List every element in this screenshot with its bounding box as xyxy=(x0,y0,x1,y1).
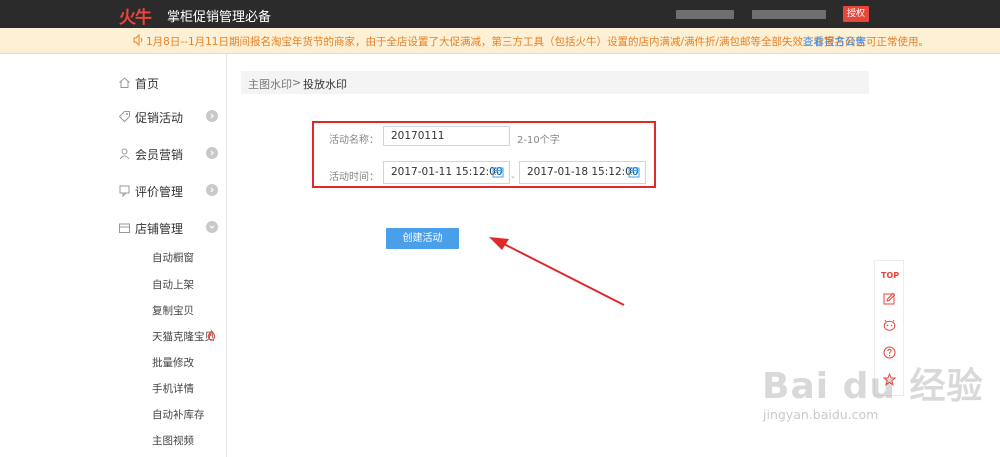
edit-icon[interactable] xyxy=(883,292,896,305)
sidebar-item-label: 评价管理 xyxy=(135,185,184,199)
sidebar-subitem-batch-edit[interactable]: 批量修改 xyxy=(152,355,194,370)
speaker-icon xyxy=(133,34,143,46)
sidebar-subitem-auto-restock[interactable]: 自动补库存 xyxy=(152,407,205,422)
breadcrumb: 主图水印 > 投放水印 xyxy=(241,71,869,94)
start-time-input[interactable]: 2017-01-11 15:12:00 xyxy=(383,161,510,184)
home-icon xyxy=(119,77,130,88)
account-name-blurred xyxy=(676,10,734,19)
sidebar-item-label: 店铺管理 xyxy=(135,222,184,236)
baidu-jingyan-watermark: Bai du 经验 jingyan.baidu.com xyxy=(756,357,983,437)
chevron-right-icon xyxy=(206,110,218,122)
breadcrumb-separator: > xyxy=(292,76,302,89)
official-notice-link[interactable]: 查看官方公告 xyxy=(803,34,866,49)
top-bar: 火牛 掌柜促销管理必备 授权 xyxy=(0,0,1000,28)
calendar-icon[interactable] xyxy=(492,166,504,178)
sidebar-item-label: 促销活动 xyxy=(135,111,184,125)
sidebar-item-label: 会员营销 xyxy=(135,148,184,162)
activity-name-hint: 2-10个字 xyxy=(517,135,560,146)
tag-icon xyxy=(118,111,130,123)
sidebar-subitem-tmall-clone[interactable]: 天猫克隆宝贝 xyxy=(152,329,215,344)
app-title: 掌柜促销管理必备 xyxy=(167,10,272,25)
sidebar-item-home[interactable]: 首页 xyxy=(118,73,218,93)
sidebar-item-label: 首页 xyxy=(135,77,160,91)
notice-bar: 1月8日--1月11日期间报名淘宝年货节的商家，由于全店设置了大促满减，第三方工… xyxy=(0,28,1000,54)
calendar-icon[interactable] xyxy=(628,166,640,178)
activity-name-input[interactable]: 20170111 xyxy=(383,126,510,146)
chevron-right-icon xyxy=(206,184,218,196)
sidebar-subitem-copy-item[interactable]: 复制宝贝 xyxy=(152,303,194,318)
sidebar-subitem-main-video[interactable]: 主图视频 xyxy=(152,433,194,448)
sidebar-item-promotion[interactable]: 促销活动 xyxy=(118,107,218,127)
sidebar-item-member[interactable]: 会员营销 xyxy=(118,144,218,164)
flame-icon xyxy=(207,330,216,341)
sidebar-subitem-mobile-detail[interactable]: 手机详情 xyxy=(152,381,194,396)
chevron-right-icon xyxy=(206,147,218,159)
app-logo[interactable]: 火牛 xyxy=(119,3,152,28)
store-icon xyxy=(119,223,130,233)
sidebar-item-store[interactable]: 店铺管理 xyxy=(118,218,218,238)
sidebar-subitem-auto-window[interactable]: 自动橱窗 xyxy=(152,250,194,265)
authorize-button[interactable]: 授权 xyxy=(843,6,869,22)
review-icon xyxy=(119,185,130,197)
chat-icon[interactable] xyxy=(883,319,896,332)
watermark-brand: Bai du 经验 xyxy=(762,366,984,407)
sidebar-subitem-auto-listing[interactable]: 自动上架 xyxy=(152,277,194,292)
activity-name-label: 活动名称： xyxy=(329,135,379,146)
activity-time-label: 活动时间： xyxy=(329,172,379,183)
sidebar-item-review[interactable]: 评价管理 xyxy=(118,181,218,201)
create-activity-button[interactable]: 创建活动 xyxy=(386,228,459,249)
back-to-top-button[interactable]: TOP xyxy=(881,271,899,280)
breadcrumb-parent[interactable]: 主图水印 xyxy=(248,76,292,92)
end-time-input[interactable]: 2017-01-18 15:12:00 xyxy=(519,161,646,184)
date-range-separator: - xyxy=(511,172,515,183)
chevron-down-icon xyxy=(206,221,218,233)
account-info-blurred xyxy=(752,10,826,19)
user-icon xyxy=(119,148,130,160)
watermark-url: jingyan.baidu.com xyxy=(763,407,879,422)
breadcrumb-current: 投放水印 xyxy=(303,78,347,91)
